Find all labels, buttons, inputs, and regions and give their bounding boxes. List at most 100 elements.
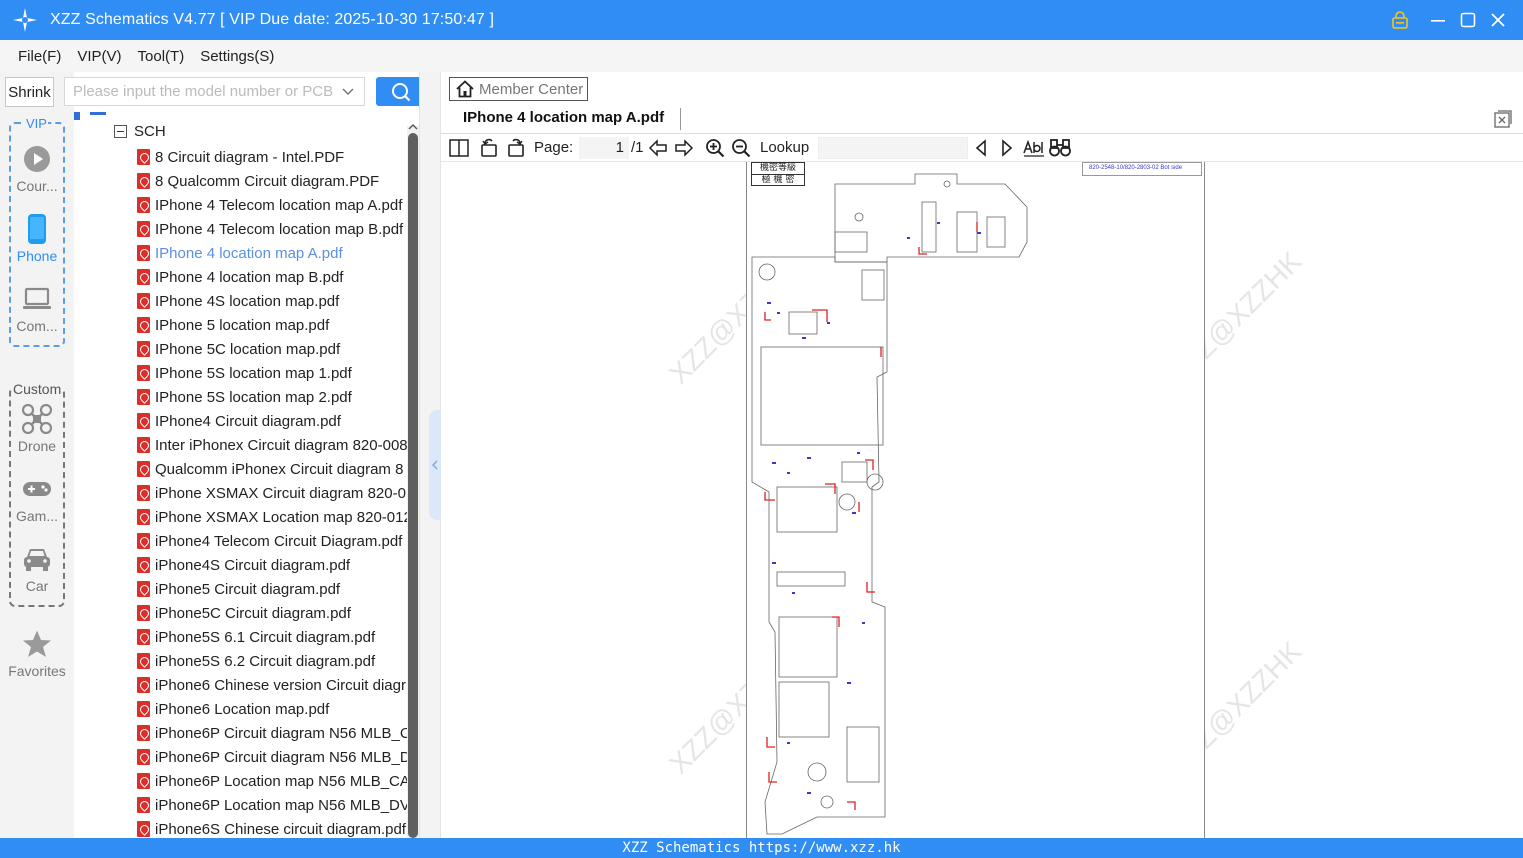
file-name: IPhone 4 Telecom location map B.pdf	[155, 220, 404, 238]
sidebar-toggle-icon[interactable]	[448, 137, 470, 159]
app-logo-icon	[11, 6, 39, 34]
file-item[interactable]: 8 Qualcomm Circuit diagram.PDF	[137, 169, 407, 193]
close-tab-icon[interactable]	[1494, 110, 1512, 128]
file-item[interactable]: IPhone 5 location map.pdf	[137, 313, 407, 337]
minimize-button[interactable]	[1423, 0, 1453, 40]
close-button[interactable]	[1483, 0, 1513, 40]
file-item[interactable]: IPhone 4S location map.pdf	[137, 289, 407, 313]
file-name: IPhone 4 location map A.pdf	[155, 244, 343, 262]
chevron-down-icon[interactable]	[340, 84, 356, 100]
file-list: 8 Circuit diagram - Intel.PDF 8 Qualcomm …	[137, 145, 407, 841]
file-item[interactable]: IPhone4 Circuit diagram.pdf	[137, 409, 407, 433]
rotate-left-icon[interactable]	[478, 137, 500, 159]
vip-group-label: VIP	[25, 116, 48, 131]
page-label: Page:	[534, 139, 574, 156]
nav-label: Drone	[17, 438, 57, 454]
file-item[interactable]: iPhone5 Circuit diagram.pdf	[137, 577, 407, 601]
home-icon	[454, 78, 476, 100]
pdf-file-icon	[137, 749, 150, 765]
find-next-icon[interactable]	[996, 137, 1018, 159]
file-item[interactable]: iPhone5C Circuit diagram.pdf	[137, 601, 407, 625]
file-item[interactable]: iPhone XSMAX Location map 820-012	[137, 505, 407, 529]
file-name: IPhone 5S location map 1.pdf	[155, 364, 352, 382]
nav-item-courses[interactable]: Cour...	[0, 144, 74, 194]
file-item[interactable]: iPhone5S 6.2 Circuit diagram.pdf	[137, 649, 407, 673]
left-nav: Shrink VIP Cour... Phone Com... Custom D…	[0, 72, 74, 838]
page-total: /1	[631, 139, 644, 156]
file-item[interactable]: iPhone6P Circuit diagram N56 MLB_C	[137, 721, 407, 745]
match-case-icon[interactable]	[1023, 137, 1045, 159]
file-item[interactable]: IPhone 5S location map 2.pdf	[137, 385, 407, 409]
file-name: 8 Circuit diagram - Intel.PDF	[155, 148, 345, 166]
binoculars-icon[interactable]	[1049, 137, 1071, 159]
nav-item-favorites[interactable]: Favorites	[0, 629, 74, 679]
pdf-file-icon	[137, 245, 150, 261]
pdf-file-icon	[137, 173, 150, 189]
car-icon	[22, 544, 52, 574]
zoom-in-icon[interactable]	[704, 137, 726, 159]
scroll-up-arrow-icon[interactable]	[407, 121, 419, 133]
collapse-panel-handle[interactable]	[429, 410, 441, 520]
prev-page-arrow-icon[interactable]	[647, 137, 669, 159]
zoom-out-icon[interactable]	[730, 137, 752, 159]
maximize-button[interactable]	[1453, 0, 1483, 40]
nav-item-car[interactable]: Car	[0, 544, 74, 594]
file-item[interactable]: 8 Circuit diagram - Intel.PDF	[137, 145, 407, 169]
pdf-file-icon	[137, 293, 150, 309]
file-item[interactable]: IPhone 4 Telecom location map A.pdf	[137, 193, 407, 217]
lookup-label: Lookup	[760, 139, 810, 156]
file-item[interactable]: iPhone5S 6.1 Circuit diagram.pdf	[137, 625, 407, 649]
pdf-file-icon	[137, 389, 150, 405]
member-center-label: Member Center	[479, 80, 584, 98]
file-name: iPhone6 Location map.pdf	[155, 700, 330, 718]
rotate-right-icon[interactable]	[505, 137, 527, 159]
nav-item-game[interactable]: Gam...	[0, 474, 74, 524]
tree-scrollbar-thumb[interactable]	[408, 133, 418, 838]
drone-icon	[22, 404, 52, 434]
file-name: iPhone4S Circuit diagram.pdf	[155, 556, 351, 574]
file-item[interactable]: IPhone 5S location map 1.pdf	[137, 361, 407, 385]
tree-mark	[90, 112, 106, 115]
nav-item-computer[interactable]: Com...	[0, 284, 74, 334]
find-previous-icon[interactable]	[970, 137, 992, 159]
menu-file[interactable]: File(F)	[10, 48, 69, 65]
page-number-input[interactable]: 1	[579, 137, 629, 159]
lookup-input[interactable]	[818, 137, 968, 159]
document-tab[interactable]: IPhone 4 location map A.pdf	[463, 109, 664, 126]
next-page-arrow-icon[interactable]	[673, 137, 695, 159]
file-item[interactable]: iPhone4S Circuit diagram.pdf	[137, 553, 407, 577]
menu-tool[interactable]: Tool(T)	[130, 48, 193, 65]
pdf-file-icon	[137, 197, 150, 213]
file-item[interactable]: Inter iPhonex Circuit diagram 820-008	[137, 433, 407, 457]
pdf-file-icon	[137, 653, 150, 669]
file-item[interactable]: iPhone6 Location map.pdf	[137, 697, 407, 721]
lock-icon[interactable]	[1385, 0, 1415, 40]
file-item[interactable]: iPhone XSMAX Circuit diagram 820-0	[137, 481, 407, 505]
window-title: XZZ Schematics V4.77 [ VIP Due date: 202…	[50, 11, 494, 28]
menu-bar: File(F) VIP(V) Tool(T) Settings(S)	[0, 40, 1523, 72]
file-item[interactable]: iPhone4 Telecom Circuit Diagram.pdf	[137, 529, 407, 553]
file-item[interactable]: IPhone 4 Telecom location map B.pdf	[137, 217, 407, 241]
file-item[interactable]: IPhone 4 location map A.pdf	[137, 241, 407, 265]
file-item[interactable]: IPhone 4 location map B.pdf	[137, 265, 407, 289]
search-button[interactable]	[376, 77, 425, 106]
file-item[interactable]: iPhone6P Circuit diagram N56 MLB_D	[137, 745, 407, 769]
pdf-file-icon	[137, 461, 150, 477]
gamepad-icon	[22, 474, 52, 504]
menu-vip[interactable]: VIP(V)	[69, 48, 129, 65]
tree-folder-sch[interactable]: SCH	[114, 123, 166, 140]
nav-item-drone[interactable]: Drone	[0, 404, 74, 454]
file-item[interactable]: IPhone 5C location map.pdf	[137, 337, 407, 361]
model-search-input[interactable]: Please input the model number or PCB	[64, 77, 365, 106]
search-placeholder: Please input the model number or PCB	[73, 83, 334, 100]
collapse-icon[interactable]	[114, 125, 127, 138]
file-item[interactable]: iPhone6P Location map N56 MLB_CA	[137, 769, 407, 793]
nav-item-phone[interactable]: Phone	[0, 214, 74, 264]
file-item[interactable]: iPhone6P Location map N56 MLB_DV	[137, 793, 407, 817]
shrink-button[interactable]: Shrink	[5, 77, 54, 107]
pdf-file-icon	[137, 605, 150, 621]
member-center-button[interactable]: Member Center	[449, 77, 588, 101]
file-item[interactable]: Qualcomm iPhonex Circuit diagram 8	[137, 457, 407, 481]
menu-settings[interactable]: Settings(S)	[192, 48, 282, 65]
file-item[interactable]: iPhone6 Chinese version Circuit diagr	[137, 673, 407, 697]
